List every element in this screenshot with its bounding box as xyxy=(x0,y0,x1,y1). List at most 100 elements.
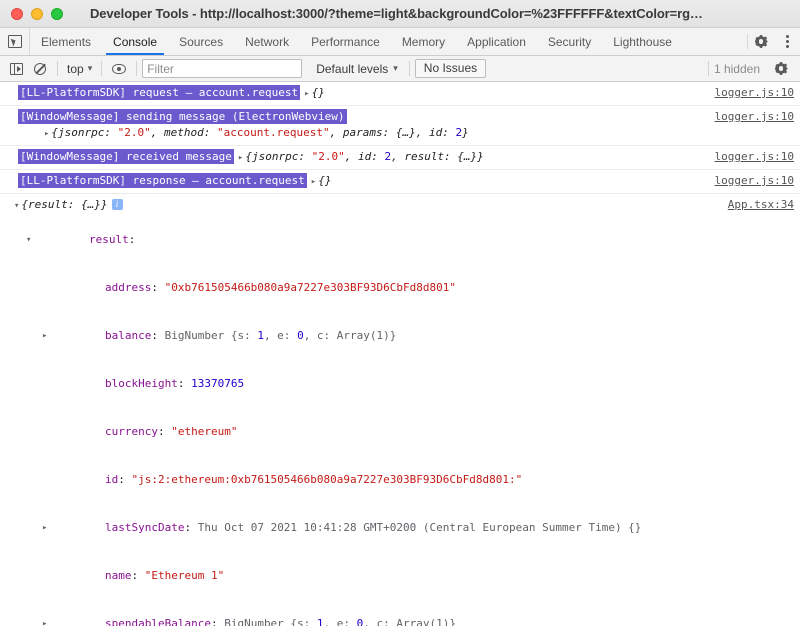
tab-security[interactable]: Security xyxy=(537,28,602,55)
tree-key: spendableBalance xyxy=(104,617,211,626)
source-link[interactable]: logger.js:10 xyxy=(715,109,794,124)
log-object-detail: jsonrpc: "2.0", method: "account.request… xyxy=(58,126,463,139)
tree-value: BigNumber {s: 1, e: 0, c: Array(1)} xyxy=(224,617,457,626)
console-settings-gear-icon[interactable] xyxy=(768,62,794,75)
tree-value: 13370765 xyxy=(191,377,245,390)
console-message-list[interactable]: [LL-PlatformSDK] request — account.reque… xyxy=(0,82,800,626)
tree-value: Thu Oct 07 2021 10:41:28 GMT+0200 (Centr… xyxy=(197,521,642,534)
tab-network[interactable]: Network xyxy=(234,28,300,55)
log-object-line[interactable]: ▸ {jsonrpc: "2.0", method: "account.reque… xyxy=(18,124,800,142)
tab-performance[interactable]: Performance xyxy=(300,28,391,55)
expand-arrow-icon[interactable]: ▸ xyxy=(42,616,47,626)
tree-row[interactable]: address: "0xb761505466b080a9a7227e303BF9… xyxy=(10,264,800,312)
tree-key: name xyxy=(104,569,132,582)
log-object-preview[interactable]: {jsonrpc: "2.0", id: 2, result: {…}} xyxy=(245,150,483,163)
tree-row[interactable]: ▸ balance: BigNumber {s: 1, e: 0, c: Arra… xyxy=(10,312,800,360)
tree-sep: : xyxy=(128,233,136,246)
console-log-row[interactable]: [WindowMessage] received message ▸ {jsonrp… xyxy=(0,146,800,170)
tree-value: "Ethereum 1" xyxy=(144,569,225,582)
expand-arrow-icon[interactable]: ▸ xyxy=(42,520,47,536)
tree-key: blockHeight xyxy=(104,377,178,390)
tree-sep: : xyxy=(151,329,165,342)
log-tag: [WindowMessage] sending message (Electro… xyxy=(18,109,347,124)
tree-sep: : xyxy=(210,617,225,626)
console-log-row[interactable]: [LL-PlatformSDK] response — account.requ… xyxy=(0,170,800,194)
expand-arrow-icon[interactable]: ▸ xyxy=(42,328,47,344)
tabbar-spacer xyxy=(683,28,747,55)
source-link[interactable]: App.tsx:34 xyxy=(728,197,794,212)
tab-sources[interactable]: Sources xyxy=(168,28,234,55)
info-icon[interactable]: i xyxy=(111,199,123,210)
expand-arrow-icon[interactable]: ▸ xyxy=(311,177,316,187)
console-result-row[interactable]: ▾ {result: {…}} i App.tsx:34 ▾ result: addr… xyxy=(0,194,800,626)
expand-arrow-icon[interactable]: ▸ xyxy=(238,153,243,163)
log-levels-label: Default levels xyxy=(316,61,389,76)
gear-icon[interactable] xyxy=(748,28,774,55)
console-sidebar-icon[interactable] xyxy=(4,57,28,81)
tree-row[interactable]: name: "Ethereum 1" xyxy=(10,552,800,600)
tree-value: "js:2:ethereum:0xb761505466b080a9a7227e3… xyxy=(131,473,523,486)
log-object-preview[interactable]: {} xyxy=(318,174,331,187)
result-object-header[interactable]: {result: {…}} xyxy=(21,198,107,211)
no-issues-button[interactable]: No Issues xyxy=(414,59,487,78)
tree-sep: : xyxy=(151,281,165,294)
tab-memory[interactable]: Memory xyxy=(391,28,456,55)
clear-console-icon[interactable] xyxy=(28,57,52,81)
tree-row[interactable]: currency: "ethereum" xyxy=(10,408,800,456)
tab-application[interactable]: Application xyxy=(456,28,537,55)
filter-input[interactable] xyxy=(142,59,303,78)
window-titlebar: Developer Tools - http://localhost:3000/… xyxy=(0,0,800,28)
execution-context-label: top xyxy=(67,61,84,76)
tree-row[interactable]: blockHeight: 13370765 xyxy=(10,360,800,408)
expand-arrow-icon[interactable]: ▸ xyxy=(304,89,309,99)
source-link[interactable]: logger.js:10 xyxy=(715,173,794,188)
log-object-close: } xyxy=(462,126,469,139)
window-controls xyxy=(0,7,63,20)
tree-key: currency xyxy=(104,425,158,438)
tab-console[interactable]: Console xyxy=(102,28,168,55)
tree-key: address xyxy=(104,281,152,294)
live-expression-eye-icon[interactable] xyxy=(107,57,131,81)
log-object-preview[interactable]: {} xyxy=(312,86,325,99)
collapse-arrow-icon[interactable]: ▾ xyxy=(26,232,31,248)
tab-lighthouse[interactable]: Lighthouse xyxy=(602,28,683,55)
chevron-down-icon: ▾ xyxy=(393,63,398,73)
tree-value: "ethereum" xyxy=(171,425,238,438)
tree-key: balance xyxy=(104,329,152,342)
kebab-icon[interactable] xyxy=(774,28,800,55)
toolbar-divider-4 xyxy=(408,61,410,76)
close-window-button[interactable] xyxy=(11,7,23,20)
chevron-down-icon: ▾ xyxy=(87,63,93,73)
console-toolbar: top ▾ Default levels ▾ No Issues 1 hidde… xyxy=(0,56,800,82)
tree-key: result xyxy=(88,233,129,246)
source-link[interactable]: logger.js:10 xyxy=(715,85,794,100)
devtools-tabbar: Elements Console Sources Network Perform… xyxy=(0,28,800,56)
tree-sep: : xyxy=(177,377,192,390)
tree-row[interactable]: id: "js:2:ethereum:0xb761505466b080a9a72… xyxy=(10,456,800,504)
tree-sep: : xyxy=(131,569,145,582)
toolbar-divider-3 xyxy=(136,61,138,76)
hidden-messages-count: 1 hidden xyxy=(713,61,760,76)
tree-key: id xyxy=(104,473,119,486)
expand-arrow-icon[interactable]: ▸ xyxy=(44,129,49,139)
tree-sep: : xyxy=(184,521,198,534)
result-object-tree: ▾ result: address: "0xb761505466b080a9a72… xyxy=(10,216,800,626)
tree-value: "0xb761505466b080a9a7227e303BF93D6CbFd8d… xyxy=(164,281,456,294)
console-log-row[interactable]: [LL-PlatformSDK] request — account.reque… xyxy=(0,82,800,106)
tree-row[interactable]: ▸ spendableBalance: BigNumber {s: 1, e: 0… xyxy=(10,600,800,626)
zoom-window-button[interactable] xyxy=(51,7,63,20)
toolbar-divider-1 xyxy=(57,61,58,76)
log-tag: [WindowMessage] received message xyxy=(18,149,234,164)
source-link[interactable]: logger.js:10 xyxy=(715,149,794,164)
minimize-window-button[interactable] xyxy=(31,7,43,20)
log-levels-select[interactable]: Default levels ▾ xyxy=(310,62,404,76)
collapse-arrow-icon[interactable]: ▾ xyxy=(14,201,19,211)
console-log-row[interactable]: [WindowMessage] sending message (Electro… xyxy=(0,106,800,146)
toolbar-divider-2 xyxy=(101,61,103,76)
execution-context-select[interactable]: top ▾ xyxy=(63,62,96,76)
tab-elements[interactable]: Elements xyxy=(30,28,102,55)
tree-row[interactable]: ▸ lastSyncDate: Thu Oct 07 2021 10:41:28 … xyxy=(10,504,800,552)
inspect-element-icon[interactable] xyxy=(0,28,30,55)
tree-sep: : xyxy=(157,425,172,438)
tree-row[interactable]: ▾ result: xyxy=(10,216,800,264)
